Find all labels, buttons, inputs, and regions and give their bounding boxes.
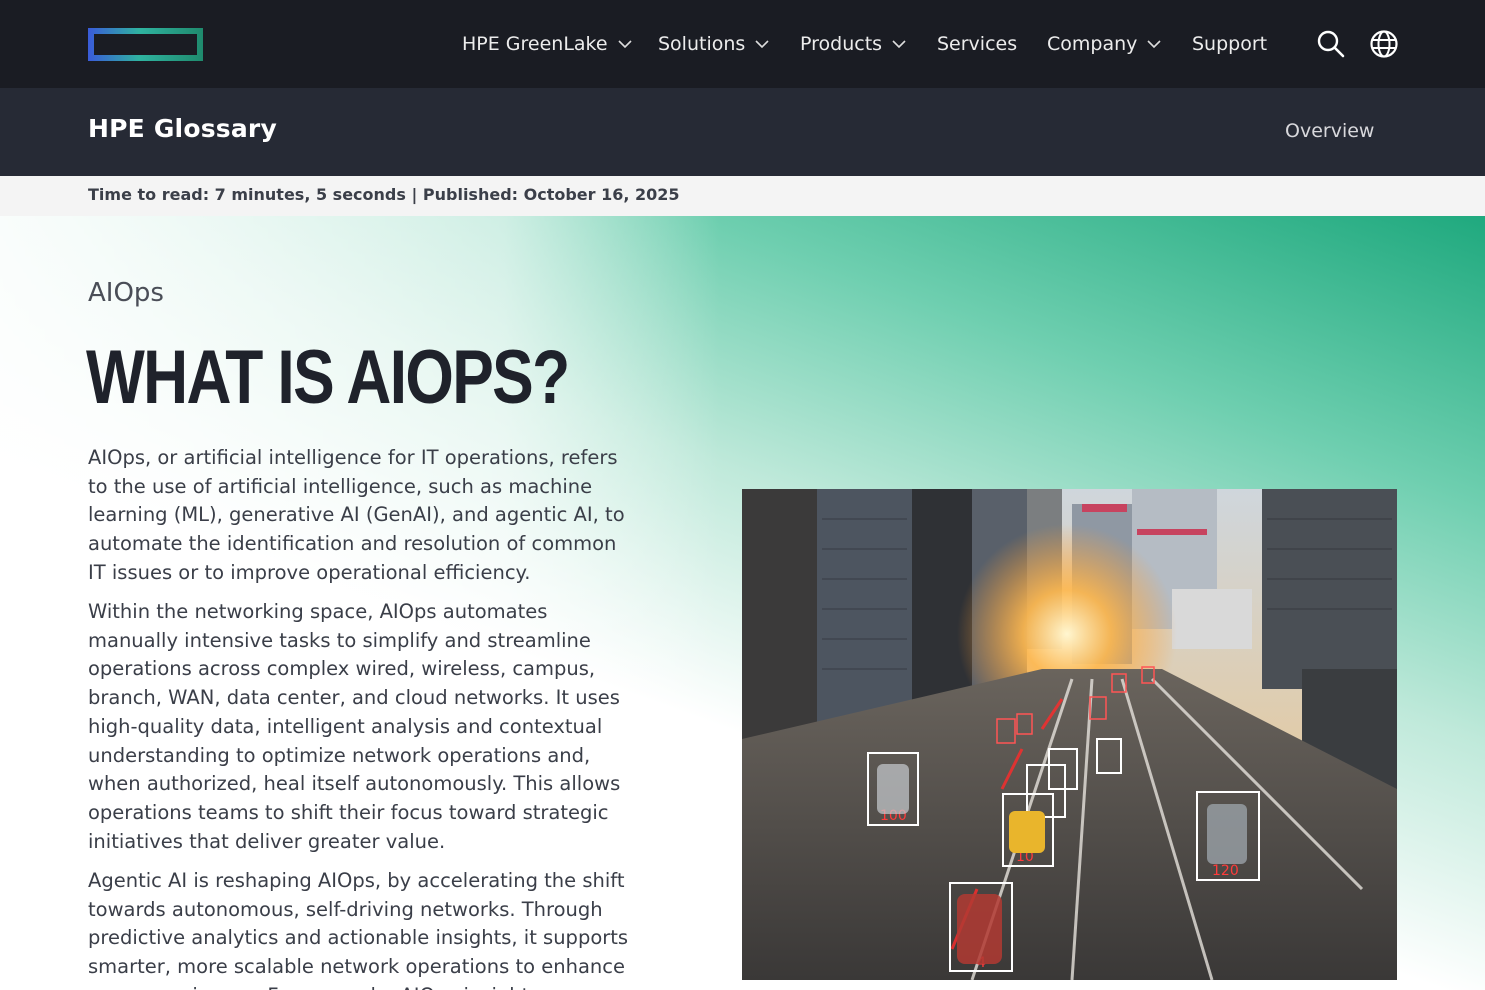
glossary-bar: HPE Glossary Overview (0, 88, 1485, 176)
search-icon[interactable] (1316, 29, 1346, 59)
hero-section: AIOps WHAT IS AIOPS? AIOps, or artificia… (0, 216, 1485, 990)
detection-label: 120 (1212, 863, 1239, 879)
page-title: WHAT IS AIOPS? (86, 335, 570, 420)
top-navigation: HPE GreenLake Solutions Products Service… (0, 0, 1485, 88)
hero-image-city-traffic: 100 10 120 4 (742, 489, 1397, 980)
glossary-title[interactable]: HPE Glossary (88, 114, 277, 143)
nav-products[interactable]: Products (800, 30, 906, 58)
nav-label: Services (937, 33, 1018, 55)
nav-services[interactable]: Services (937, 30, 1017, 58)
article-meta-bar: Time to read: 7 minutes, 5 seconds | Pub… (0, 176, 1485, 216)
nav-label: Support (1192, 33, 1268, 55)
intro-paragraph-1: AIOps, or artificial intelligence for IT… (88, 446, 625, 584)
nav-label: Products (800, 33, 883, 55)
globe-icon[interactable] (1369, 29, 1399, 59)
read-time-published: Time to read: 7 minutes, 5 seconds | Pub… (88, 185, 680, 204)
chevron-down-icon (1147, 39, 1161, 48)
chevron-down-icon (892, 39, 906, 48)
eyebrow-label: AIOps (88, 278, 164, 308)
logo-center (94, 34, 197, 55)
nav-label: Company (1047, 33, 1138, 55)
nav-label: Solutions (658, 33, 746, 55)
hpe-logo[interactable] (88, 28, 203, 61)
nav-support[interactable]: Support (1192, 30, 1267, 58)
chevron-down-icon (618, 39, 632, 48)
nav-label: HPE GreenLake (462, 33, 608, 55)
nav-solutions[interactable]: Solutions (658, 30, 769, 58)
chevron-down-icon (755, 39, 769, 48)
nav-hpe-greenlake[interactable]: HPE GreenLake (462, 30, 632, 58)
nav-company[interactable]: Company (1047, 30, 1161, 58)
intro-paragraph-2: Within the networking space, AIOps autom… (88, 600, 621, 853)
intro-paragraph-3: Agentic AI is reshaping AIOps, by accele… (88, 869, 629, 990)
overview-link[interactable]: Overview (1285, 120, 1374, 142)
